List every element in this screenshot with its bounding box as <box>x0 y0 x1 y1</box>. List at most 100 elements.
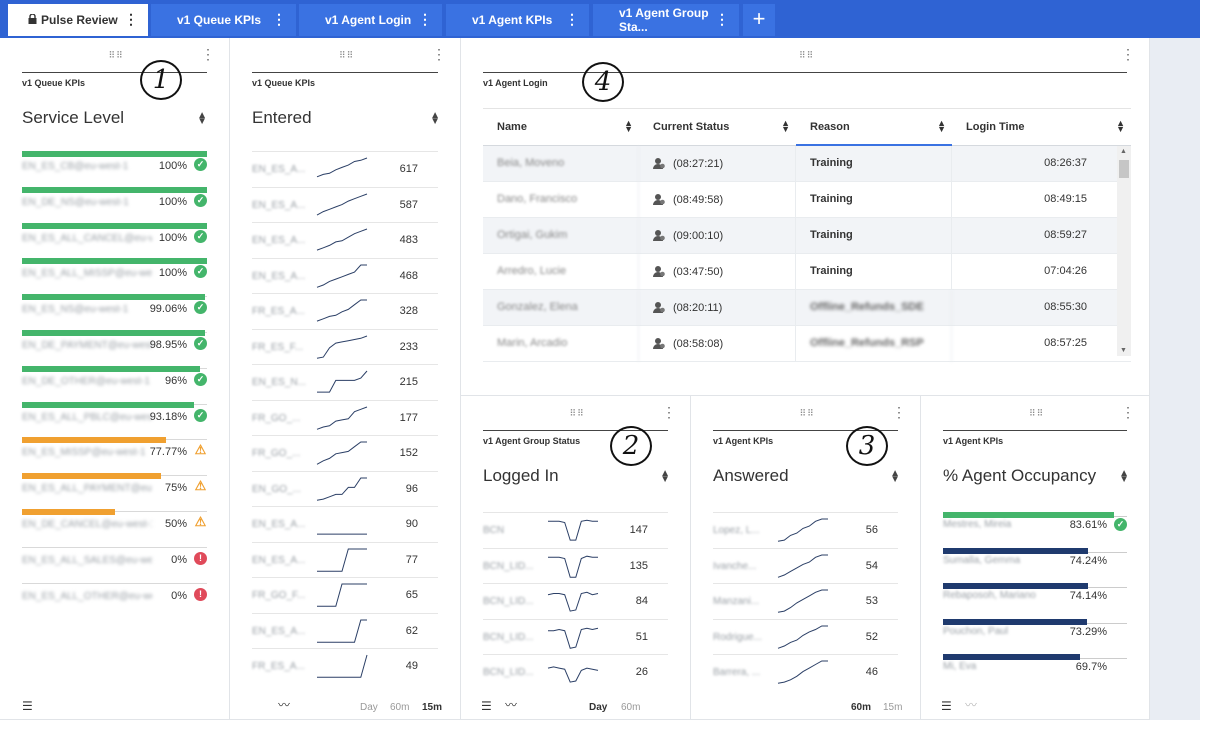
column-header-reason[interactable]: Reason ▲ ▼ <box>796 108 952 146</box>
widget-menu-icon[interactable]: ⋮ <box>1121 404 1135 421</box>
table-row[interactable]: Beia, Moveno (08:27:21) Training 08:26:37 <box>483 146 1131 182</box>
drag-handle-icon[interactable]: ⠿⠿ <box>800 408 815 419</box>
table-row[interactable]: Ortigai, Gukim (09:00:10) Training 08:59:27 <box>483 218 1131 254</box>
table-scrollbar[interactable]: ▲ ▼ <box>1117 146 1131 356</box>
list-item[interactable]: FR_GO_F... 65 <box>252 577 438 613</box>
range-day-button[interactable]: Day <box>589 702 607 713</box>
tab-menu-icon[interactable]: ⋮ <box>565 11 579 28</box>
list-item[interactable]: EN_ES_A... 483 <box>252 222 438 258</box>
sparkline-view-icon[interactable]: 〰 <box>965 696 977 713</box>
list-view-icon[interactable]: ☰ <box>941 699 952 713</box>
column-header-current-status[interactable]: Current Status ▲ ▼ <box>639 108 796 146</box>
list-item[interactable]: EN_DE_OTHER@eu-west-1 96% ✓ <box>22 365 207 404</box>
list-item[interactable]: EN_ES_A... 468 <box>252 257 438 294</box>
list-view-icon[interactable]: ☰ <box>481 699 492 713</box>
sparkline-view-icon[interactable]: 〰 <box>278 696 290 713</box>
list-item[interactable]: EN_ES_NS@eu-west-1 99.06% ✓ <box>22 294 207 332</box>
list-item[interactable]: EN_ES_A... 617 <box>252 151 438 187</box>
list-item[interactable]: EN_ES_ALL_OTHER@eu-we... 0%! <box>22 582 207 619</box>
range-15m-button[interactable]: 15m <box>422 702 442 713</box>
list-item[interactable]: EN_ES_ALL_SALES@eu-we... 0%! <box>22 546 207 583</box>
list-view-icon[interactable]: ☰ <box>22 699 33 713</box>
sort-icon[interactable]: ▲ ▼ <box>430 111 440 127</box>
sort-icon[interactable]: ▲ ▼ <box>1119 469 1129 485</box>
list-item[interactable]: FR_GO_... 152 <box>252 435 438 471</box>
range-60m-button[interactable]: 60m <box>621 702 640 713</box>
sort-icon[interactable]: ▲ ▼ <box>1116 119 1125 134</box>
list-item[interactable]: EN_ES_N... 215 <box>252 364 438 400</box>
list-item[interactable]: Mi, Eva 69.7% <box>943 654 1127 690</box>
list-item[interactable]: EN_GO_... 96 <box>252 470 438 507</box>
list-item[interactable]: EN_DE_PAYMENT@eu-west 98.95% ✓ <box>22 330 207 368</box>
tab-menu-icon[interactable]: ⋮ <box>715 11 729 28</box>
list-item[interactable]: BCN_LID... 84 <box>483 583 668 619</box>
list-item[interactable]: Sumalla, Gemma 74.24% <box>943 547 1127 584</box>
range-15m-button[interactable]: 15m <box>883 702 902 713</box>
column-header-name[interactable]: Name ▲ ▼ <box>483 108 639 146</box>
table-row[interactable]: Dano, Francisco (08:49:58) Training 08:49:1… <box>483 182 1131 218</box>
table-row[interactable]: Marin, Arcadio (08:58:08) Offline_Refunds_… <box>483 326 1131 362</box>
range-day-button[interactable]: Day <box>360 702 378 713</box>
sort-icon[interactable]: ▲ ▼ <box>781 119 790 134</box>
list-item[interactable]: BCN 147 <box>483 512 668 548</box>
drag-handle-icon[interactable]: ⠿⠿ <box>339 50 354 61</box>
list-item[interactable]: EN_DE_CANCEL@eu-west-1 50% ⚠ <box>22 509 207 547</box>
list-item[interactable]: Manzani... 53 <box>713 583 898 619</box>
list-item[interactable]: Rodrigue... 52 <box>713 618 898 655</box>
scrollbar-thumb[interactable] <box>1119 160 1129 178</box>
tab-v1-agent-login[interactable]: v1 Agent Login ⋮ <box>299 4 442 36</box>
sort-icon[interactable]: ▲ ▼ <box>660 469 670 485</box>
widget-menu-icon[interactable]: ⋮ <box>1121 46 1135 63</box>
tab-v1-agent-group-status[interactable]: v1 Agent Group Sta... ⋮ <box>593 4 739 36</box>
list-item[interactable]: Mestres, Mireia 83.61% ✓ <box>943 512 1127 548</box>
list-item[interactable]: EN_ES_MISSP@eu-west-1 77.77% ⚠ <box>22 437 207 475</box>
list-item[interactable]: Ivanche... 54 <box>713 547 898 584</box>
sort-icon[interactable]: ▲ ▼ <box>937 119 946 134</box>
sort-icon[interactable]: ▲ ▼ <box>890 469 900 485</box>
list-item[interactable]: Lopez, L... 56 <box>713 512 898 548</box>
scroll-down-icon[interactable]: ▼ <box>1120 347 1127 354</box>
drag-handle-icon[interactable]: ⠿⠿ <box>1029 408 1044 419</box>
list-item[interactable]: Barrera, ... 46 <box>713 654 898 690</box>
list-item[interactable]: BCN_LID... 51 <box>483 618 668 655</box>
list-item[interactable]: FR_ES_F... 233 <box>252 328 438 365</box>
range-60m-button[interactable]: 60m <box>390 702 409 713</box>
drag-handle-icon[interactable]: ⠿⠿ <box>109 50 124 61</box>
list-item[interactable]: EN_ES_A... 77 <box>252 541 438 578</box>
sort-icon[interactable]: ▲ ▼ <box>624 119 633 134</box>
widget-menu-icon[interactable]: ⋮ <box>662 404 676 421</box>
sort-icon[interactable]: ▲ ▼ <box>197 111 207 127</box>
tab-menu-icon[interactable]: ⋮ <box>124 11 138 28</box>
column-header-login-time[interactable]: Login Time ▲ ▼ <box>952 108 1131 146</box>
list-item[interactable]: Pouchon, Paul 73.29% <box>943 618 1127 655</box>
list-item[interactable]: EN_ES_ALL_MISSP@eu-we... 100% ✓ <box>22 258 207 296</box>
list-item[interactable]: EN_DE_NS@eu-west-1 100% ✓ <box>22 186 207 225</box>
tab-menu-icon[interactable]: ⋮ <box>272 11 286 28</box>
scroll-up-icon[interactable]: ▲ <box>1120 148 1127 155</box>
table-row[interactable]: Gonzalez, Elena (08:20:11) Offline_Refunds… <box>483 290 1131 326</box>
table-row[interactable]: Arredro, Lucie (03:47:50) Training 07:04:26 <box>483 254 1131 290</box>
list-item[interactable]: FR_GO_... 177 <box>252 399 438 436</box>
list-item[interactable]: EN_ES_CB@eu-west-1 100% ✓ <box>22 151 207 189</box>
tab-menu-icon[interactable]: ⋮ <box>418 11 432 28</box>
tab-v1-agent-kpis[interactable]: v1 Agent KPIs ⋮ <box>446 4 589 36</box>
widget-menu-icon[interactable]: ⋮ <box>432 46 446 63</box>
sparkline-view-icon[interactable]: 〰 <box>505 696 517 713</box>
list-item[interactable]: Rebaposoh, Mariano 74.14% <box>943 583 1127 619</box>
list-item[interactable]: FR_ES_A... 49 <box>252 648 438 684</box>
range-60m-button[interactable]: 60m <box>851 702 871 713</box>
list-item[interactable]: EN_ES_ALL_CANCEL@eu-we... 100% ✓ <box>22 222 207 261</box>
widget-menu-icon[interactable]: ⋮ <box>201 46 215 63</box>
list-item[interactable]: FR_ES_A... 328 <box>252 293 438 329</box>
tab-v1-queue-kpis[interactable]: v1 Queue KPIs ⋮ <box>151 4 296 36</box>
list-item[interactable]: EN_ES_A... 90 <box>252 506 438 542</box>
list-item[interactable]: EN_ES_A... 62 <box>252 612 438 649</box>
widget-menu-icon[interactable]: ⋮ <box>892 404 906 421</box>
add-tab-button[interactable]: + <box>743 4 775 36</box>
list-item[interactable]: EN_ES_ALL_PAYMENT@eu... 75% ⚠ <box>22 473 207 511</box>
list-item[interactable]: BCN_LID... 26 <box>483 654 668 690</box>
list-item[interactable]: EN_ES_A... 587 <box>252 186 438 223</box>
drag-handle-icon[interactable]: ⠿⠿ <box>570 408 585 419</box>
list-item[interactable]: BCN_LID... 135 <box>483 547 668 584</box>
drag-handle-icon[interactable]: ⠿⠿ <box>799 50 814 61</box>
